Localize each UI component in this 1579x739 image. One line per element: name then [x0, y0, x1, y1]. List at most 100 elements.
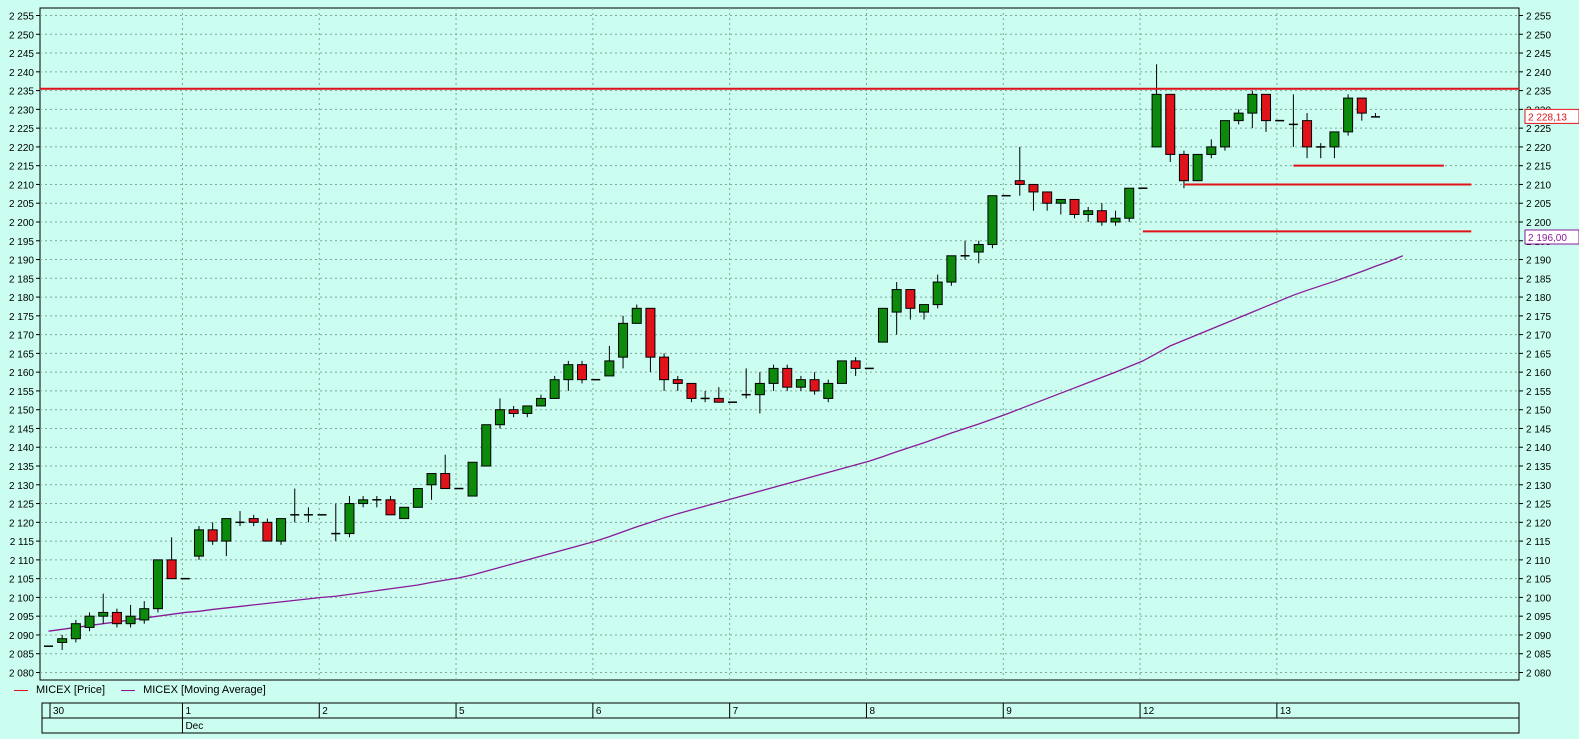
y-tick-label-right: 2 200 [1526, 218, 1551, 229]
candle [70, 619, 81, 643]
candle-body-down [1028, 183, 1039, 193]
day-label: 9 [1006, 706, 1012, 717]
candle-body-up [631, 307, 642, 324]
y-tick-label-right: 2 255 [1526, 12, 1551, 23]
y-tick-label-left: 2 110 [10, 556, 35, 567]
y-tick-label-right: 2 170 [1526, 331, 1551, 342]
candle-body-down [248, 518, 259, 523]
chart-legend: MICEX [Price] MICEX [Moving Average] [14, 684, 266, 696]
y-tick-label-left: 2 090 [9, 631, 34, 642]
candle [1219, 120, 1230, 151]
candle-body-up [1233, 112, 1244, 122]
candle-body-up [57, 638, 68, 643]
y-tick-label-left: 2 205 [9, 199, 34, 210]
y-tick-label-right: 2 245 [1526, 49, 1551, 60]
candle [276, 518, 287, 545]
candle-body-up [549, 379, 560, 399]
candle [823, 379, 834, 403]
y-tick-label-right: 2 175 [1526, 312, 1551, 323]
y-tick-label-left: 2 245 [9, 49, 34, 60]
candle-body-up [1083, 210, 1094, 215]
legend-label-price: MICEX [Price] [36, 684, 106, 696]
candle [152, 559, 163, 613]
candle-body-down [1178, 153, 1189, 182]
candle-body-down [1302, 120, 1313, 148]
y-tick-label-left: 2 235 [9, 87, 34, 98]
y-tick-label-left: 2 140 [9, 443, 34, 454]
y-tick-label-right: 2 080 [1526, 668, 1551, 679]
y-tick-label-left: 2 165 [9, 349, 34, 360]
candle [481, 424, 492, 467]
candle-body-down [1356, 97, 1367, 114]
candle-body-up [1124, 187, 1135, 219]
y-tick-label-left: 2 130 [9, 481, 34, 492]
candle-body-down [111, 611, 122, 625]
candle-body-up [563, 364, 574, 381]
candle [1343, 94, 1354, 136]
candle-body-up [1219, 120, 1230, 148]
candle-body-up [276, 518, 287, 542]
y-tick-label-right: 2 100 [1526, 593, 1551, 604]
day-label: 30 [53, 706, 65, 717]
y-tick-label-right: 2 125 [1526, 500, 1551, 511]
y-tick-label-right: 2 155 [1526, 387, 1551, 398]
candle-body-up [399, 506, 410, 520]
y-tick-label-left: 2 230 [9, 105, 34, 116]
y-tick-label-left: 2 170 [9, 331, 34, 342]
candle [467, 461, 478, 497]
candle-body-up [494, 409, 505, 426]
candle-body-up [1055, 198, 1066, 204]
legend-swatch-moving-average [121, 689, 136, 691]
candle-body-up [973, 244, 984, 253]
candle-body-up [768, 367, 779, 384]
candle-body-up [221, 518, 232, 542]
candle-body-down [645, 307, 656, 358]
y-tick-label-right: 2 210 [1526, 180, 1551, 191]
y-tick-label-left: 2 190 [9, 256, 34, 267]
y-tick-label-left: 2 105 [9, 575, 34, 586]
y-tick-label-right: 2 160 [1526, 368, 1551, 379]
legend-item-price[interactable]: MICEX [Price] [14, 684, 105, 696]
last-price-label: 2 228,13 [1528, 112, 1567, 123]
candle-body-up [535, 397, 546, 407]
candle-body-up [193, 529, 204, 557]
candle [412, 488, 423, 508]
y-tick-label-left: 2 155 [9, 387, 34, 398]
candle-body-up [987, 195, 998, 246]
candle-body-down [1096, 210, 1107, 223]
candle-body-down [207, 529, 218, 542]
candle-body-down [166, 559, 177, 580]
legend-label-moving-average: MICEX [Moving Average] [143, 684, 266, 696]
candle-body-up [891, 289, 902, 313]
day-label: 7 [733, 706, 739, 717]
y-tick-label-right: 2 185 [1526, 274, 1551, 285]
candle-body-up [70, 623, 81, 640]
candle-body-down [1165, 93, 1176, 155]
y-tick-label-left: 2 240 [9, 68, 34, 79]
y-tick-label-right: 2 135 [1526, 462, 1551, 473]
candle [549, 375, 560, 399]
day-label: 2 [322, 706, 328, 717]
y-tick-label-left: 2 200 [9, 218, 34, 229]
candle [399, 506, 410, 520]
y-tick-label-right: 2 205 [1526, 199, 1551, 210]
y-tick-label-left: 2 215 [9, 162, 34, 173]
candle-body-up [618, 322, 629, 358]
y-tick-label-left: 2 160 [9, 368, 34, 379]
candle-body-up [877, 307, 888, 343]
legend-swatch-price [14, 689, 28, 691]
candle-body-up [426, 473, 437, 486]
legend-item-moving-average[interactable]: MICEX [Moving Average] [121, 684, 266, 696]
candle-body-up [125, 615, 136, 625]
candle-body-down [1042, 191, 1053, 204]
y-tick-label-right: 2 105 [1526, 575, 1551, 586]
y-tick-label-left: 2 225 [9, 124, 34, 135]
y-tick-label-left: 2 085 [9, 650, 34, 661]
candle [987, 195, 998, 249]
day-label: 12 [1143, 706, 1155, 717]
ma-value-label: 2 196,00 [1528, 233, 1567, 244]
day-label: 13 [1280, 706, 1292, 717]
y-tick-label-left: 2 150 [9, 406, 34, 417]
y-tick-label-right: 2 115 [1526, 537, 1551, 548]
candle-body-up [522, 405, 533, 414]
